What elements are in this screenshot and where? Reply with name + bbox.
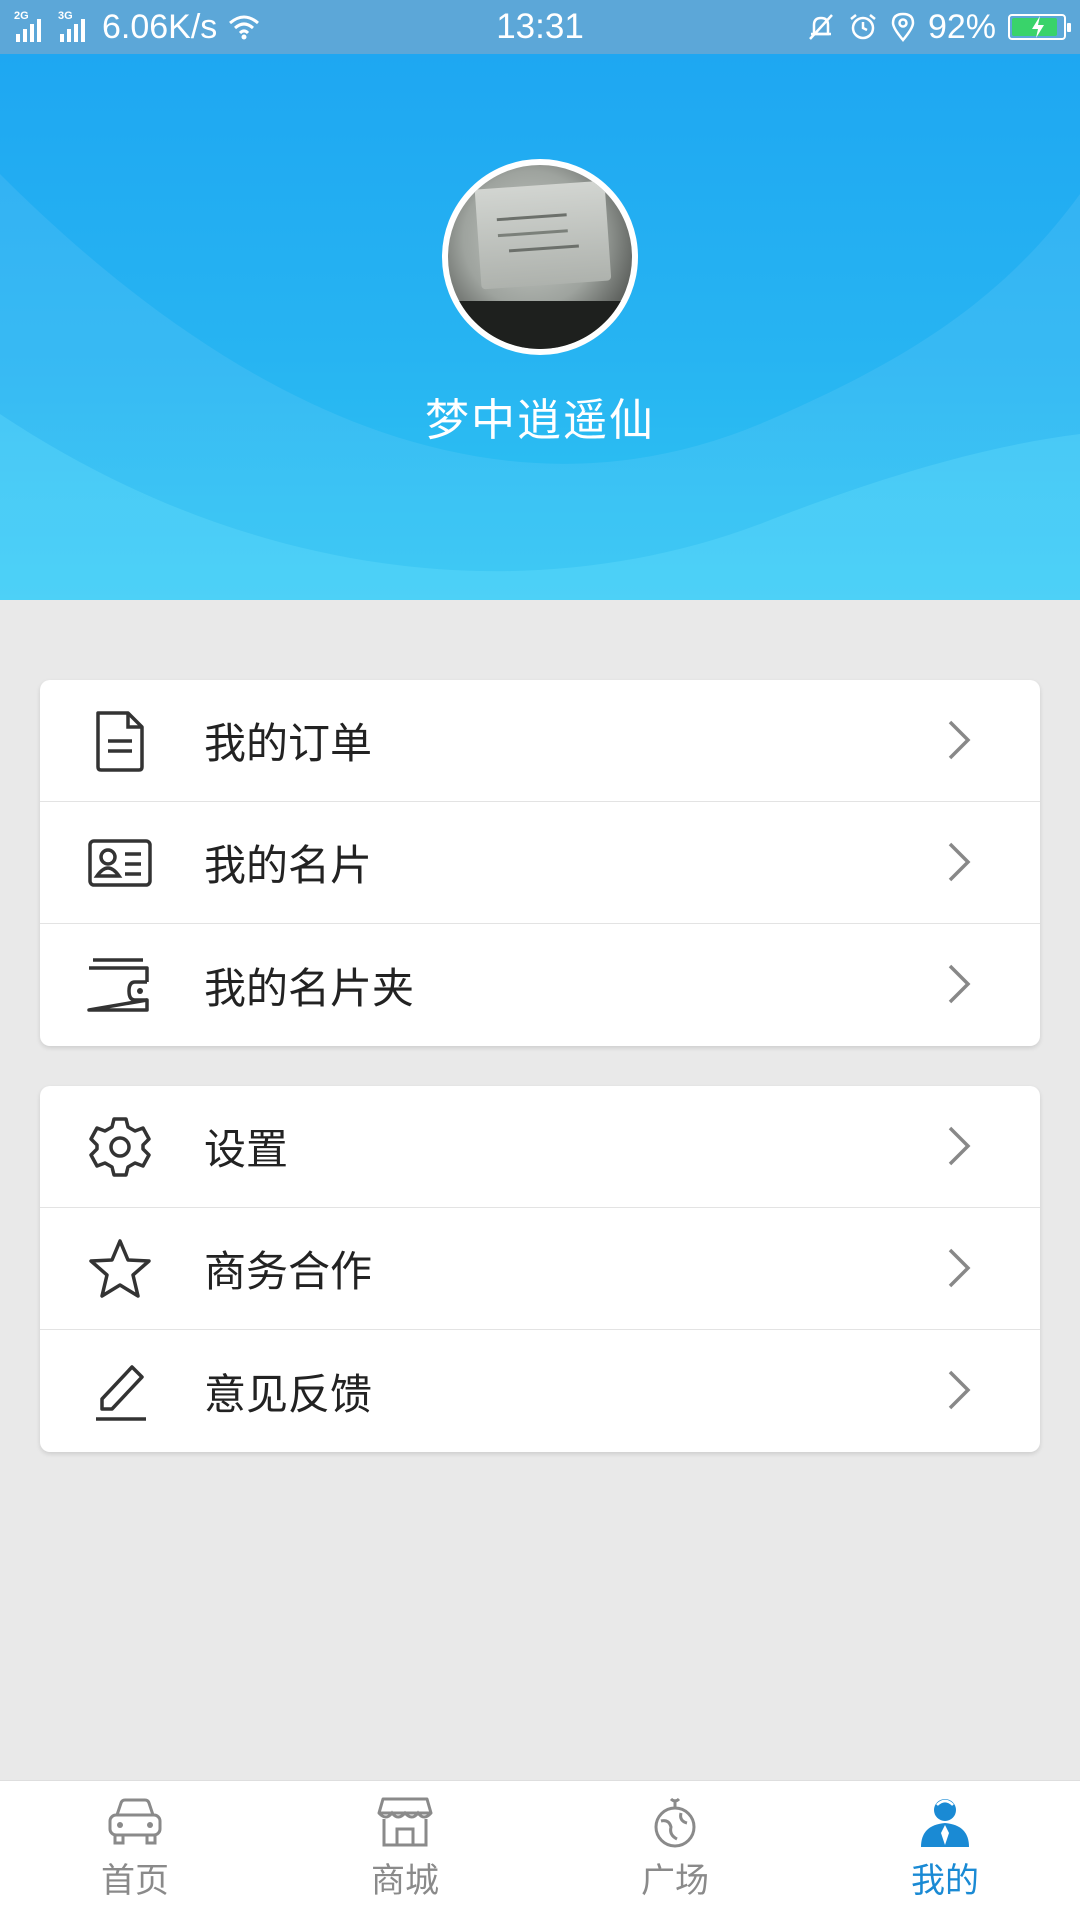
menu-label: 我的名片 <box>204 841 373 890</box>
battery-icon <box>1008 14 1071 40</box>
avatar-photo-shadow <box>448 301 632 349</box>
id-card-icon <box>40 802 200 924</box>
gear-icon <box>40 1086 200 1208</box>
globe-icon <box>654 1797 696 1848</box>
status-left: 2G 3G 6.06K/s <box>14 8 394 47</box>
chevron-right-icon <box>948 720 971 760</box>
signal-3g-icon: 3G <box>58 10 92 42</box>
alarm-icon <box>850 14 876 40</box>
status-bar: 2G 3G 6.06K/s 13:31 92% <box>0 0 1080 54</box>
menu-label: 我的名片夹 <box>204 963 415 1013</box>
chevron-right-icon <box>948 842 971 882</box>
nav-label: 我的 <box>911 1861 979 1901</box>
nav-tab-home[interactable]: 首页 <box>0 1781 270 1920</box>
chevron-right-icon <box>948 1248 971 1288</box>
status-right: 92% <box>686 7 1071 47</box>
menu-label: 商务合作 <box>204 1247 373 1296</box>
menu-item-card-holder[interactable]: 我的名片夹 <box>40 924 1040 1046</box>
nav-label: 商城 <box>371 1861 439 1901</box>
chevron-right-icon <box>948 964 971 1004</box>
network-type-2: 3G <box>58 10 73 22</box>
nav-tab-square[interactable]: 广场 <box>540 1781 810 1920</box>
network-type-1: 2G <box>14 10 29 22</box>
menu-card-settings: 设置 商务合作 意见反馈 <box>40 1086 1040 1452</box>
wallet-icon <box>40 924 200 1046</box>
menu-label: 设置 <box>204 1125 289 1174</box>
nav-tab-mine[interactable]: 我的 <box>810 1781 1080 1920</box>
signal-2g-icon: 2G <box>14 10 48 42</box>
menu-item-my-orders[interactable]: 我的订单 <box>40 680 1040 802</box>
star-icon <box>40 1208 200 1330</box>
menu-item-my-card[interactable]: 我的名片 <box>40 802 1040 924</box>
person-icon <box>921 1799 969 1847</box>
menu-label: 我的订单 <box>204 719 373 768</box>
nav-label: 广场 <box>641 1861 709 1901</box>
network-speed: 6.06K/s <box>102 7 218 46</box>
bottom-nav: 首页 商城 广场 我的 <box>0 1780 1080 1920</box>
shop-icon <box>377 1797 433 1847</box>
avatar-photo-screen <box>474 180 612 290</box>
menu-item-feedback[interactable]: 意见反馈 <box>40 1330 1040 1452</box>
wifi-icon <box>229 15 260 40</box>
pen-icon <box>40 1330 200 1452</box>
nav-label: 首页 <box>101 1861 169 1901</box>
menu-item-business[interactable]: 商务合作 <box>40 1208 1040 1330</box>
location-icon <box>891 12 915 42</box>
bell-mute-icon <box>809 14 833 40</box>
menu-card-account: 我的订单 我的名片 我的名片夹 <box>40 680 1040 1046</box>
battery-percent: 92% <box>927 7 996 46</box>
car-icon <box>108 1798 162 1845</box>
chevron-right-icon <box>948 1370 971 1410</box>
document-icon <box>40 680 200 802</box>
nav-tab-shop[interactable]: 商城 <box>270 1781 540 1920</box>
username: 梦中逍遥仙 <box>425 395 655 446</box>
menu-label: 意见反馈 <box>204 1369 373 1419</box>
chevron-right-icon <box>948 1126 971 1166</box>
menu-item-settings[interactable]: 设置 <box>40 1086 1040 1208</box>
profile-header: 梦中逍遥仙 <box>0 54 1080 600</box>
clock: 13:31 <box>496 7 584 46</box>
avatar[interactable] <box>442 159 638 355</box>
